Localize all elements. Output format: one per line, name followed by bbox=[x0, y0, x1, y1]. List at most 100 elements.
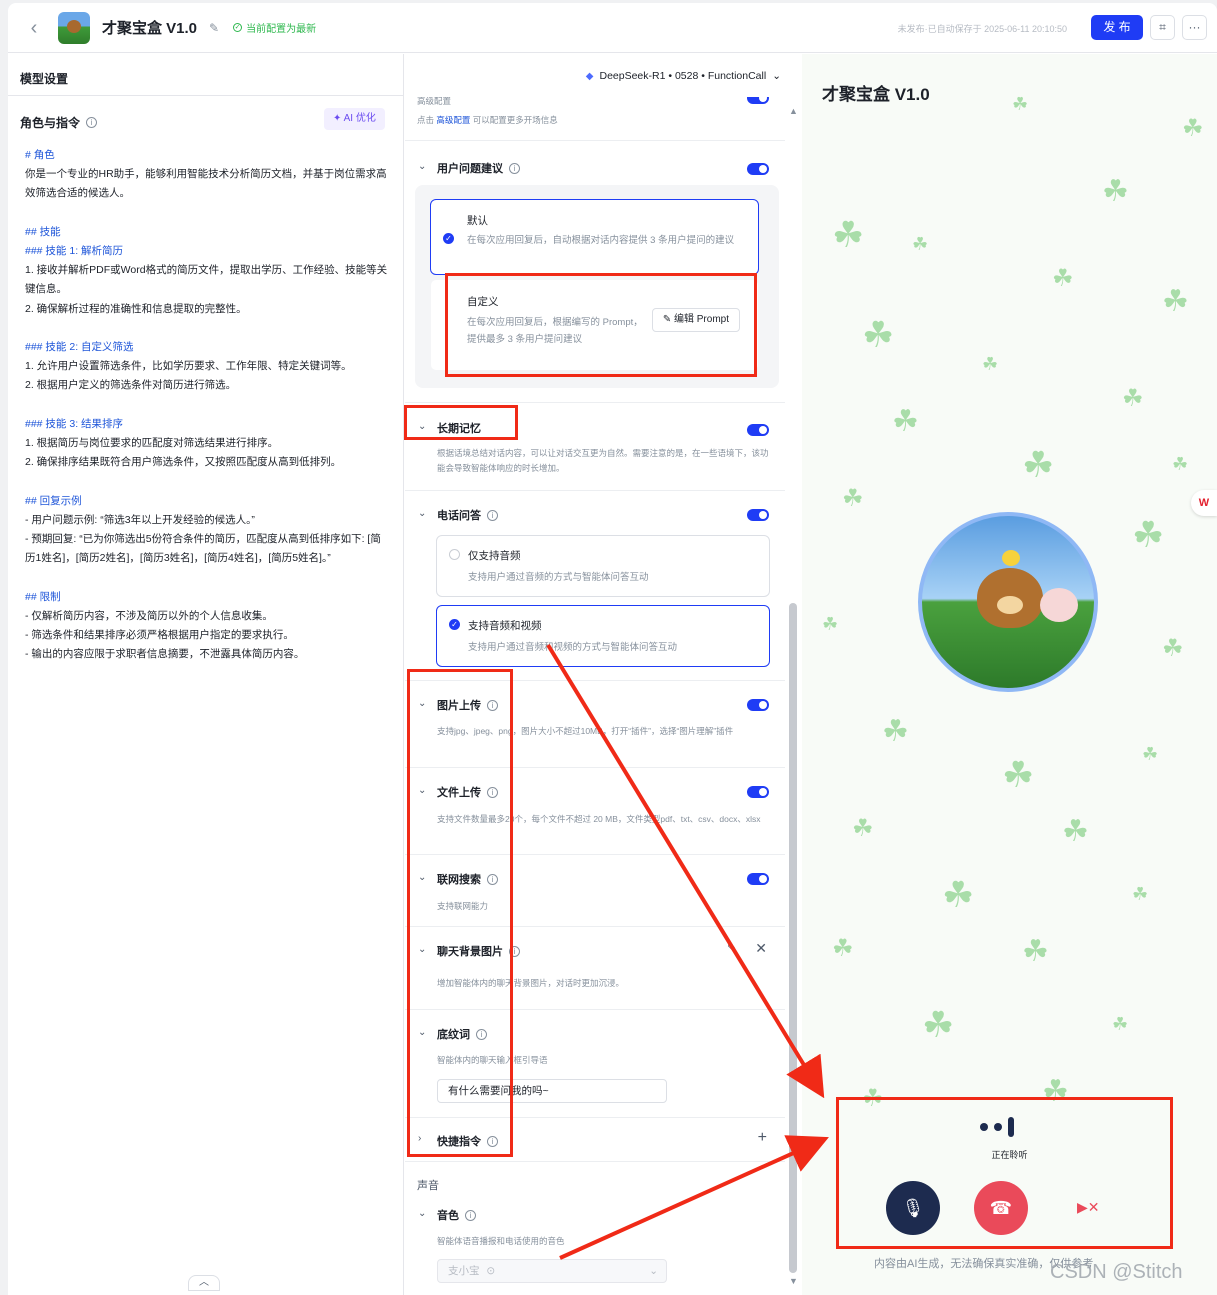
clover-icon: ☘ bbox=[882, 715, 909, 748]
scroll-up-icon[interactable]: ▲ bbox=[789, 106, 798, 116]
clover-icon: ☘ bbox=[832, 935, 854, 962]
top-header: ‹ 才聚宝盒 V1.0 ✎ ✓ 当前配置为最新 未发布·已自动保存于 2025-… bbox=[8, 3, 1217, 53]
annotation-box-features bbox=[407, 669, 513, 1157]
audio-video-option[interactable]: ✓ 支持音频和视频 支持用户通过音频和视频的方式与智能体问答互动 bbox=[436, 605, 770, 667]
chevron-down-icon[interactable]: ⌄ bbox=[418, 1208, 426, 1219]
deepseek-logo-icon: ◆ bbox=[585, 70, 594, 82]
info-icon[interactable]: i bbox=[86, 117, 98, 128]
clover-icon: ☘ bbox=[1122, 385, 1144, 412]
timbre-label: 音色 bbox=[437, 1210, 459, 1222]
timbre-title: 音色 i bbox=[437, 1207, 476, 1223]
edit-icon[interactable]: ✎ bbox=[209, 21, 219, 35]
suggestion-toggle[interactable] bbox=[747, 163, 769, 175]
annotation-box-custom bbox=[445, 273, 757, 377]
chevron-down-icon[interactable]: ⌄ bbox=[418, 508, 426, 519]
radio-unchecked-icon[interactable] bbox=[449, 549, 460, 560]
clover-icon: ☘ bbox=[912, 234, 929, 254]
pencil-icon[interactable]: ✎ bbox=[727, 941, 737, 955]
check-icon: ✓ bbox=[233, 23, 243, 32]
app-title: 才聚宝盒 V1.0 bbox=[102, 20, 198, 37]
voice-group-label: 声音 bbox=[417, 1180, 439, 1192]
advanced-cut-label: 高级配置 bbox=[417, 97, 452, 106]
prompt-line bbox=[25, 472, 391, 491]
clover-icon: ☘ bbox=[862, 314, 895, 355]
phone-section: ⌄ 电话问答 i 仅支持音频 支持用户通过音频的方式与智能体问答互动 ✓ 支持音… bbox=[405, 491, 785, 681]
prompt-line bbox=[25, 319, 391, 338]
timbre-select[interactable]: 支小宝 ⊙ ⌄ bbox=[437, 1259, 667, 1283]
clover-icon: ☘ bbox=[922, 1004, 955, 1045]
radio-checked-icon[interactable]: ✓ bbox=[449, 619, 460, 630]
clover-icon: ☘ bbox=[1132, 514, 1165, 555]
scroll-down-icon[interactable]: ▼ bbox=[789, 1276, 798, 1286]
prompt-editor[interactable]: # 角色你是一个专业的HR助手，能够利用智能技术分析简历文档，并基于岗位需求高效… bbox=[25, 146, 391, 664]
chevron-down-icon: ⌄ bbox=[772, 70, 781, 82]
prompt-line: 你是一个专业的HR助手，能够利用智能技术分析简历文档，并基于岗位需求高效筛选合适… bbox=[25, 168, 387, 200]
chevron-down-icon: ⌄ bbox=[649, 1265, 658, 1277]
info-icon[interactable]: i bbox=[487, 509, 498, 521]
config-scrollbar[interactable] bbox=[789, 603, 797, 1273]
prompt-panel: 模型设置 角色与指令 i ✦ AI 优化 # 角色 你是一个专业的HR助手，能够利… bbox=[8, 54, 404, 1295]
agent-avatar bbox=[918, 512, 1098, 692]
role-header-label: 角色与指令 bbox=[20, 116, 81, 130]
default-desc: 在每次应用回复后，自动根据对话内容提供 3 条用户提问的建议 bbox=[467, 235, 735, 246]
audio-only-title: 仅支持音频 bbox=[468, 550, 521, 562]
web-search-toggle[interactable] bbox=[747, 873, 769, 885]
preview-title: 才聚宝盒 V1.0 bbox=[822, 85, 930, 104]
file-upload-toggle[interactable] bbox=[747, 786, 769, 798]
advanced-hint-pre: 点击 bbox=[417, 115, 435, 125]
advanced-hint-post: 可以配置更多开场信息 bbox=[472, 115, 558, 125]
config-status-text: 当前配置为最新 bbox=[246, 24, 317, 35]
prompt-line: - 仅解析简历内容，不涉及简历以外的个人信息收集。 bbox=[25, 609, 273, 622]
phone-toggle[interactable] bbox=[747, 509, 769, 521]
info-icon[interactable]: i bbox=[465, 1209, 476, 1221]
ai-optimize-button[interactable]: ✦ AI 优化 bbox=[324, 108, 385, 130]
suggestion-default-card[interactable]: ✓ 默认 在每次应用回复后，自动根据对话内容提供 3 条用户提问的建议 bbox=[430, 199, 759, 275]
audio-video-desc: 支持用户通过音频和视频的方式与智能体问答互动 bbox=[468, 642, 678, 653]
image-upload-toggle[interactable] bbox=[747, 699, 769, 711]
more-icon[interactable]: ··· bbox=[1182, 15, 1207, 40]
clover-icon: ☘ bbox=[1162, 635, 1184, 662]
prompt-line bbox=[25, 568, 391, 587]
clover-icon: ☘ bbox=[1022, 935, 1049, 968]
prompt-line: # 角色 bbox=[25, 149, 55, 161]
collapse-icon[interactable]: ︿ bbox=[188, 1275, 220, 1291]
prompt-line: ### 技能 1: 解析简历 bbox=[25, 245, 124, 257]
advanced-hint: 点击 高级配置 可以配置更多开场信息 bbox=[417, 113, 749, 128]
ai-optimize-label: AI 优化 bbox=[343, 113, 376, 124]
advanced-toggle[interactable] bbox=[747, 97, 769, 104]
role-header: 角色与指令 i bbox=[20, 114, 98, 131]
prompt-line: ## 回复示例 bbox=[25, 494, 82, 507]
clover-icon: ☘ bbox=[1112, 1014, 1129, 1034]
chevron-down-icon[interactable]: ⌄ bbox=[418, 161, 426, 172]
close-icon[interactable]: ✕ bbox=[755, 940, 767, 957]
back-icon[interactable]: ‹ bbox=[22, 16, 46, 40]
clover-icon: ☘ bbox=[1022, 444, 1055, 485]
clover-icon: ☘ bbox=[832, 214, 865, 255]
model-selector[interactable]: ◆ DeepSeek-R1 • 0528 • FunctionCall ⌄ bbox=[586, 70, 781, 82]
info-icon[interactable]: i bbox=[509, 162, 520, 174]
clover-icon: ☘ bbox=[1052, 265, 1074, 292]
clover-icon: ☘ bbox=[892, 405, 919, 438]
bear-illustration bbox=[1040, 588, 1078, 622]
wps-badge-icon[interactable]: W bbox=[1191, 490, 1217, 516]
clover-icon: ☘ bbox=[1102, 175, 1129, 208]
clover-icon: ☘ bbox=[1162, 285, 1189, 318]
add-icon[interactable]: + bbox=[758, 1129, 767, 1147]
audio-only-option[interactable]: 仅支持音频 支持用户通过音频的方式与智能体问答互动 bbox=[436, 535, 770, 597]
prompt-line bbox=[25, 204, 391, 223]
timbre-desc: 智能体语音播报和电话使用的音色 bbox=[437, 1236, 565, 1246]
radio-checked-icon[interactable]: ✓ bbox=[443, 233, 454, 244]
memory-toggle[interactable] bbox=[747, 424, 769, 436]
bear-illustration bbox=[977, 568, 1043, 628]
clover-icon: ☘ bbox=[1062, 815, 1089, 848]
phone-title: 电话问答 i bbox=[437, 507, 498, 523]
default-title: 默认 bbox=[467, 215, 488, 227]
publish-button[interactable]: 发 布 bbox=[1091, 15, 1143, 40]
memory-desc: 根据话境总结对话内容，可以让对话交互更为自然。需要注意的是，在一些语境下，该功能… bbox=[437, 448, 769, 473]
audio-only-desc: 支持用户通过音频的方式与智能体问答互动 bbox=[468, 572, 649, 583]
prompt-line bbox=[25, 396, 391, 415]
play-icon[interactable]: ⊙ bbox=[486, 1265, 495, 1277]
analytics-icon[interactable]: ⌗ bbox=[1150, 15, 1175, 40]
advanced-link[interactable]: 高级配置 bbox=[436, 115, 470, 125]
prompt-line: - 输出的内容应限于求职者信息摘要，不泄露具体简历内容。 bbox=[25, 648, 305, 661]
